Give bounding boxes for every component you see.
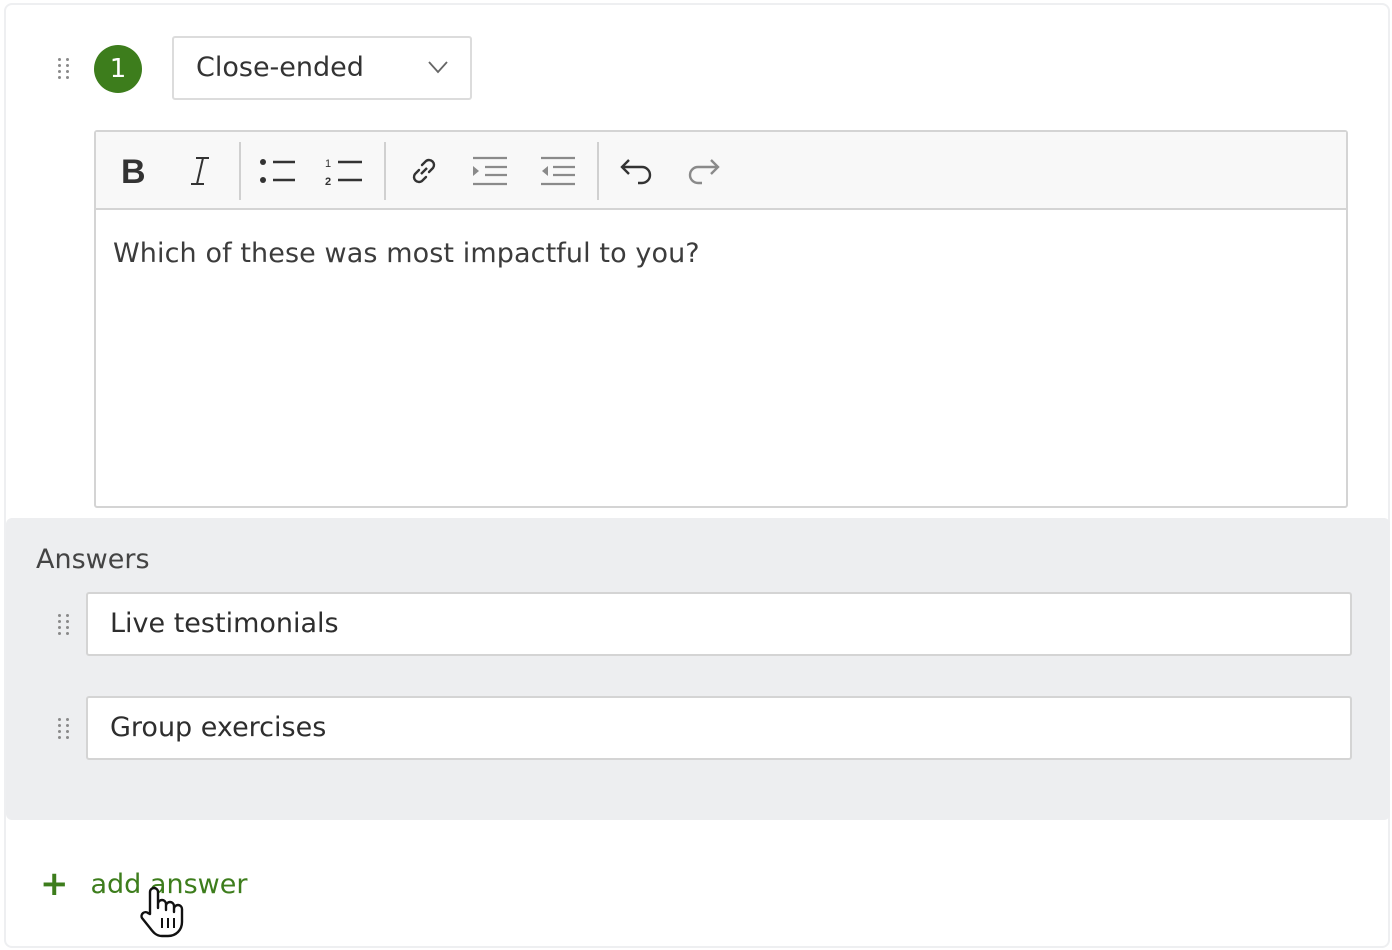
answers-panel: Answers xyxy=(6,518,1390,820)
question-number-badge: 1 xyxy=(94,45,142,93)
question-text[interactable]: Which of these was most impactful to you… xyxy=(96,210,1346,297)
numbered-list-icon[interactable]: 1 2 xyxy=(324,151,364,191)
question-type-value: Close-ended xyxy=(196,52,364,83)
redo-icon[interactable] xyxy=(684,151,724,191)
undo-icon[interactable] xyxy=(616,151,656,191)
svg-text:B: B xyxy=(121,155,146,187)
answer-input[interactable]: Group exercises xyxy=(86,696,1352,760)
answer-drag-handle[interactable] xyxy=(58,608,70,640)
answers-label: Answers xyxy=(36,544,150,575)
link-icon[interactable] xyxy=(404,151,444,191)
chevron-down-icon xyxy=(428,61,448,74)
svg-text:1: 1 xyxy=(325,158,331,170)
editor-toolbar: B 1 2 xyxy=(96,132,1346,210)
question-text-editor: B 1 2 Which of these was most impactful … xyxy=(94,130,1348,508)
answer-drag-handle[interactable] xyxy=(58,712,70,744)
hand-pointer-cursor-icon xyxy=(140,886,184,938)
bold-icon[interactable]: B xyxy=(114,151,154,191)
outdent-icon[interactable] xyxy=(538,151,578,191)
question-drag-handle[interactable] xyxy=(58,52,70,84)
plus-icon: + xyxy=(40,864,69,904)
bulleted-list-icon[interactable] xyxy=(258,151,298,191)
indent-icon[interactable] xyxy=(470,151,510,191)
italic-icon[interactable] xyxy=(180,151,220,191)
svg-text:2: 2 xyxy=(325,176,331,187)
answer-input[interactable]: Live testimonials xyxy=(86,592,1352,656)
question-type-select[interactable]: Close-ended xyxy=(172,36,472,100)
